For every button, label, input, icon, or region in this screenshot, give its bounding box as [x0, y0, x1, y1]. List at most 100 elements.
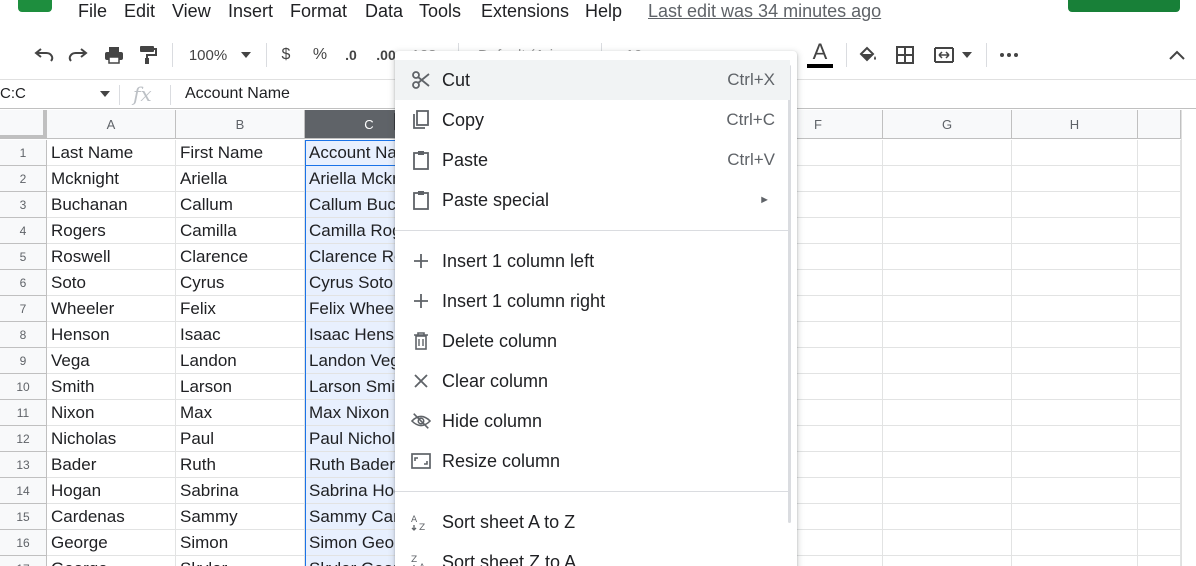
table-cell[interactable]	[883, 270, 1012, 296]
table-cell[interactable]	[1012, 530, 1138, 556]
table-cell[interactable]: Landon	[176, 348, 305, 374]
column-header-a[interactable]: A	[47, 110, 176, 139]
table-cell[interactable]	[1012, 140, 1138, 166]
table-cell[interactable]	[1138, 270, 1181, 296]
table-cell[interactable]	[1012, 244, 1138, 270]
menu-item-paste-special[interactable]: Paste special ►	[395, 180, 790, 220]
table-cell[interactable]	[1012, 478, 1138, 504]
table-cell[interactable]: Cyrus	[176, 270, 305, 296]
table-cell[interactable]: Isaac	[176, 322, 305, 348]
table-cell[interactable]: Soto	[47, 270, 176, 296]
table-cell[interactable]	[1138, 452, 1181, 478]
share-button[interactable]	[1068, 0, 1180, 12]
table-cell[interactable]: Callum	[176, 192, 305, 218]
menu-item-sort-a-to-z[interactable]: AZ Sort sheet A to Z	[395, 502, 790, 542]
row-header[interactable]: 10	[0, 374, 47, 400]
collapse-menu-icon[interactable]	[1164, 40, 1190, 70]
row-header[interactable]: 5	[0, 244, 47, 270]
table-cell[interactable]	[883, 322, 1012, 348]
table-cell[interactable]	[1138, 400, 1181, 426]
last-edit-link[interactable]: Last edit was 34 minutes ago	[648, 0, 881, 22]
sheets-logo-icon[interactable]	[18, 0, 52, 12]
table-cell[interactable]: Ruth	[176, 452, 305, 478]
table-cell[interactable]: Sammy	[176, 504, 305, 530]
borders-icon[interactable]	[892, 40, 918, 70]
table-cell[interactable]	[1012, 270, 1138, 296]
row-header[interactable]: 1	[0, 140, 47, 166]
table-cell[interactable]	[1012, 504, 1138, 530]
table-cell[interactable]: Last Name	[47, 140, 176, 166]
more-options-icon[interactable]	[996, 40, 1022, 70]
table-cell[interactable]: Larson	[176, 374, 305, 400]
row-header[interactable]: 6	[0, 270, 47, 296]
table-cell[interactable]	[883, 296, 1012, 322]
table-cell[interactable]	[1138, 166, 1181, 192]
table-cell[interactable]: Sabrina	[176, 478, 305, 504]
table-cell[interactable]	[1012, 374, 1138, 400]
table-cell[interactable]	[1012, 348, 1138, 374]
row-header[interactable]: 4	[0, 218, 47, 244]
formula-input[interactable]: Account Name	[185, 80, 290, 108]
table-cell[interactable]	[1012, 322, 1138, 348]
percent-format-button[interactable]: %	[308, 40, 332, 70]
table-cell[interactable]	[1138, 530, 1181, 556]
table-cell[interactable]: Bader	[47, 452, 176, 478]
undo-icon[interactable]	[30, 40, 58, 70]
menu-file[interactable]: File	[78, 0, 107, 22]
table-cell[interactable]	[1012, 400, 1138, 426]
row-header[interactable]: 16	[0, 530, 47, 556]
table-cell[interactable]: Ariella	[176, 166, 305, 192]
table-cell[interactable]: Simon	[176, 530, 305, 556]
table-cell[interactable]: Roswell	[47, 244, 176, 270]
table-cell[interactable]	[1138, 140, 1181, 166]
row-header[interactable]: 3	[0, 192, 47, 218]
menu-item-clear-column[interactable]: Clear column	[395, 361, 790, 401]
table-cell[interactable]	[1138, 296, 1181, 322]
table-cell[interactable]	[1012, 218, 1138, 244]
row-header[interactable]: 13	[0, 452, 47, 478]
table-cell[interactable]	[1138, 478, 1181, 504]
table-cell[interactable]: Smith	[47, 374, 176, 400]
table-cell[interactable]	[883, 166, 1012, 192]
menu-item-insert-column-left[interactable]: Insert 1 column left	[395, 241, 790, 281]
table-cell[interactable]: George	[47, 556, 176, 566]
table-cell[interactable]: Felix	[176, 296, 305, 322]
table-cell[interactable]	[1138, 192, 1181, 218]
row-header[interactable]: 15	[0, 504, 47, 530]
merge-cells-icon[interactable]	[928, 40, 978, 70]
table-cell[interactable]	[883, 348, 1012, 374]
table-cell[interactable]	[883, 452, 1012, 478]
menu-item-copy[interactable]: Copy Ctrl+C	[395, 100, 790, 140]
menu-extensions[interactable]: Extensions	[481, 0, 569, 22]
table-cell[interactable]: Hogan	[47, 478, 176, 504]
table-cell[interactable]: Nicholas	[47, 426, 176, 452]
table-cell[interactable]	[1138, 504, 1181, 530]
table-cell[interactable]: Cardenas	[47, 504, 176, 530]
chevron-down-icon[interactable]	[100, 91, 110, 97]
menu-help[interactable]: Help	[585, 0, 622, 22]
table-cell[interactable]: Vega	[47, 348, 176, 374]
table-cell[interactable]	[883, 478, 1012, 504]
select-all-corner[interactable]	[0, 110, 47, 139]
zoom-select[interactable]: 100%	[182, 40, 258, 70]
table-cell[interactable]	[1138, 374, 1181, 400]
column-header-g[interactable]: G	[883, 110, 1012, 139]
table-cell[interactable]	[883, 530, 1012, 556]
row-header[interactable]: 17	[0, 556, 47, 566]
table-cell[interactable]: Henson	[47, 322, 176, 348]
row-header[interactable]: 11	[0, 400, 47, 426]
row-header[interactable]: 8	[0, 322, 47, 348]
table-cell[interactable]: Buchanan	[47, 192, 176, 218]
table-cell[interactable]: George	[47, 530, 176, 556]
table-cell[interactable]	[1138, 322, 1181, 348]
table-cell[interactable]	[883, 218, 1012, 244]
menu-insert[interactable]: Insert	[228, 0, 273, 22]
menu-item-paste[interactable]: Paste Ctrl+V	[395, 140, 790, 180]
text-color-button[interactable]: A	[805, 40, 835, 70]
table-cell[interactable]	[1138, 426, 1181, 452]
table-cell[interactable]	[883, 556, 1012, 566]
table-cell[interactable]	[1138, 244, 1181, 270]
currency-format-button[interactable]: $	[274, 40, 298, 70]
row-header[interactable]: 2	[0, 166, 47, 192]
table-cell[interactable]: Clarence	[176, 244, 305, 270]
